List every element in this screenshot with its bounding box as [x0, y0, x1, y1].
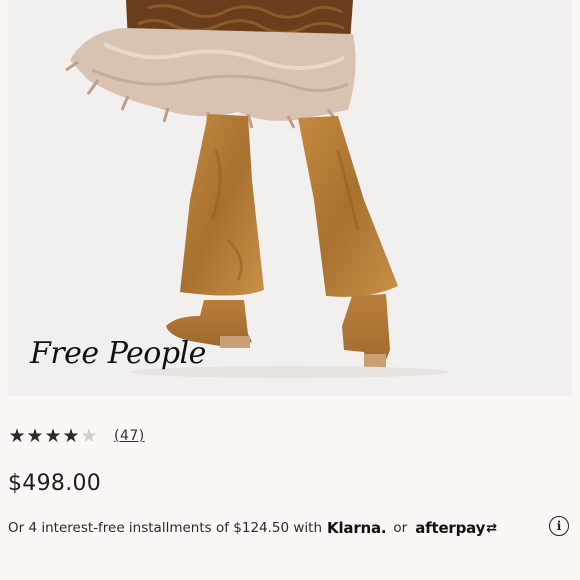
product-photo[interactable]: Free People	[8, 0, 572, 396]
star-filled-icon: ★	[8, 424, 26, 447]
installments-text: Or 4 interest-free installments of $124.…	[8, 520, 323, 536]
or-label: or	[393, 520, 408, 536]
review-count-link[interactable]: (47)	[114, 428, 145, 444]
star-filled-icon: ★	[26, 424, 44, 447]
rating-row: ★ ★ ★ ★ ★ (47)	[8, 425, 145, 447]
installments-info: Or 4 interest-free installments of $124.…	[8, 516, 497, 540]
klarna-logo[interactable]: Klarna.	[327, 519, 387, 537]
afterpay-logo[interactable]: afterpay ⇄	[415, 519, 497, 537]
star-rating: ★ ★ ★ ★ ★	[8, 424, 98, 447]
star-filled-icon: ★	[62, 424, 80, 447]
afterpay-label: afterpay	[415, 519, 486, 537]
star-empty-icon: ★	[80, 424, 98, 447]
price: $498.00	[8, 471, 102, 496]
afterpay-arrows-icon: ⇄	[486, 520, 497, 536]
info-icon[interactable]: i	[549, 516, 569, 536]
star-filled-icon: ★	[44, 424, 62, 447]
brand-watermark: Free People	[30, 336, 206, 371]
